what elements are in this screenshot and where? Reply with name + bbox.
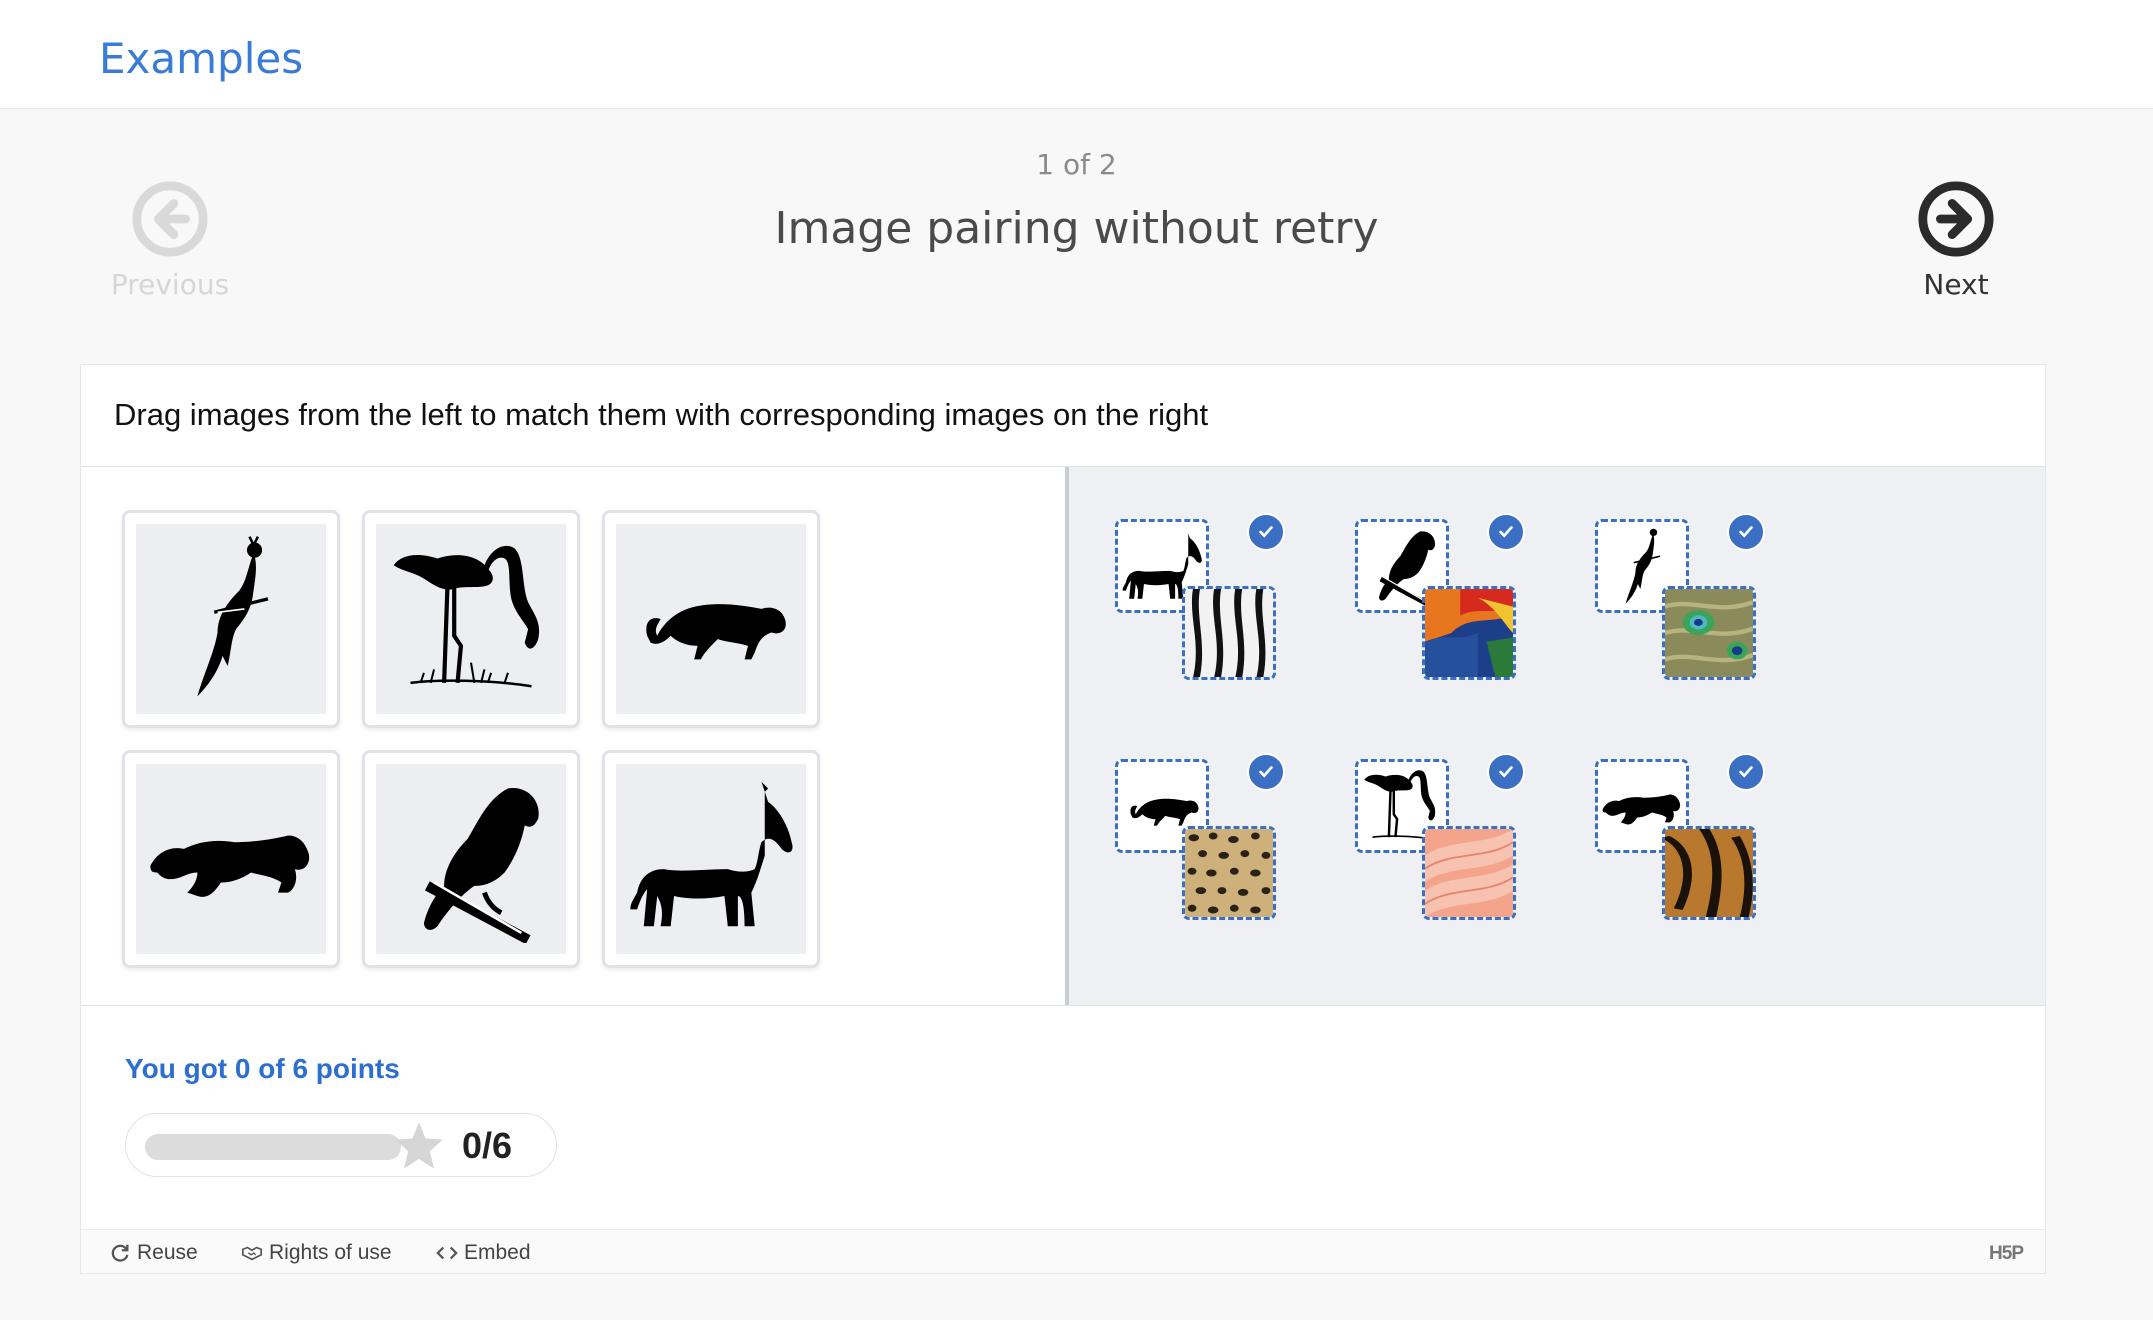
card-tiger[interactable]: [122, 750, 340, 968]
peacock-icon: [197, 536, 269, 697]
previous-button[interactable]: Previous: [90, 180, 250, 301]
texture-peacock-feathers: [1662, 586, 1756, 680]
rights-of-use-button[interactable]: Rights of use: [241, 1241, 392, 1265]
flamingo-icon: [393, 545, 540, 688]
footer-bar: Reuse Rights of use Embed H5P: [81, 1229, 2045, 1273]
embed-label: Embed: [464, 1241, 531, 1264]
checkmark-icon: [1487, 513, 1525, 551]
pair-peacock: [1595, 513, 1795, 719]
previous-label: Previous: [110, 268, 230, 301]
texture-flamingo-feathers: [1422, 826, 1516, 920]
handshake-icon: [242, 1246, 262, 1261]
next-button[interactable]: Next: [1876, 180, 2036, 301]
checkmark-icon: [1487, 753, 1525, 791]
score-value: 0/6: [462, 1125, 513, 1166]
slide-counter: 1 of 2: [1036, 148, 1117, 181]
embed-button[interactable]: Embed: [436, 1241, 531, 1265]
score-bar: 0/6: [125, 1113, 557, 1177]
pair-tiger: [1595, 753, 1795, 959]
rights-of-use-label: Rights of use: [269, 1241, 392, 1264]
pair-parrot: [1355, 513, 1555, 719]
page-title: Image pairing without retry: [774, 203, 1379, 254]
brand-link[interactable]: Examples: [99, 34, 303, 83]
image-pairing-activity: Drag images from the left to match them …: [80, 364, 2046, 1274]
card-parrot[interactable]: [362, 750, 580, 968]
arrow-left-circle-icon: [132, 181, 208, 257]
h5p-logo[interactable]: H5P: [1989, 1243, 2024, 1265]
cheetah-icon: [646, 604, 786, 660]
checkmark-icon: [1247, 753, 1285, 791]
pair-flamingo: [1355, 753, 1555, 959]
texture-tiger-stripes: [1662, 826, 1756, 920]
texture-leopard-spots: [1182, 826, 1276, 920]
checkmark-icon: [1727, 753, 1765, 791]
code-icon: [436, 1246, 458, 1260]
score-progress-track: [145, 1134, 401, 1160]
refresh-icon: [111, 1244, 129, 1262]
card-cheetah[interactable]: [602, 510, 820, 728]
tiger-icon: [150, 835, 310, 897]
zebra-icon: [630, 781, 793, 927]
divider: [81, 1005, 2045, 1006]
card-zebra[interactable]: [602, 750, 820, 968]
texture-zebra-stripes: [1182, 586, 1276, 680]
matching-targets-area: [1065, 467, 2045, 1005]
next-label: Next: [1923, 268, 1989, 301]
arrow-right-circle-icon: [1918, 181, 1994, 257]
checkmark-icon: [1727, 513, 1765, 551]
reuse-label: Reuse: [137, 1241, 198, 1264]
parrot-icon: [423, 788, 539, 943]
texture-macaw-feathers: [1422, 586, 1516, 680]
score-text: You got 0 of 6 points: [125, 1053, 400, 1084]
card-peacock[interactable]: [122, 510, 340, 728]
card-flamingo[interactable]: [362, 510, 580, 728]
task-instruction: Drag images from the left to match them …: [114, 397, 1209, 432]
star-icon: [395, 1122, 443, 1169]
checkmark-icon: [1247, 513, 1285, 551]
reuse-button[interactable]: Reuse: [109, 1241, 198, 1265]
pair-cheetah: [1115, 753, 1315, 959]
pair-zebra: [1115, 513, 1315, 719]
top-bar: Examples: [0, 0, 2153, 109]
draggable-images-area: [81, 467, 1065, 1005]
